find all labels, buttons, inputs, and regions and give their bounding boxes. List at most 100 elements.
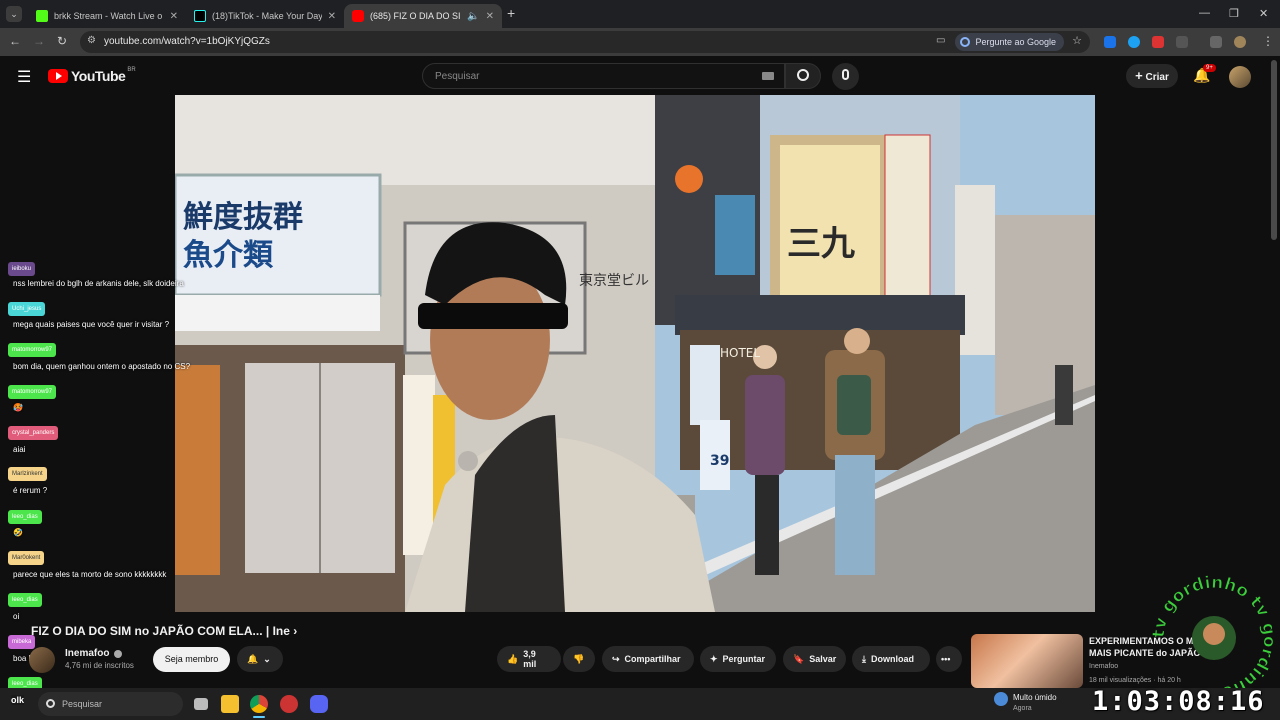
- bookmark-star-icon[interactable]: ☆: [1072, 34, 1082, 47]
- new-tab-button[interactable]: +: [507, 5, 515, 21]
- task-view-icon[interactable]: [194, 698, 208, 710]
- share-label: Compartilhar: [624, 654, 681, 664]
- youtube-favicon-icon: [352, 10, 364, 22]
- like-count: 3,9 mil: [523, 649, 537, 669]
- voice-search-button[interactable]: [832, 63, 859, 90]
- browser-menu-icon[interactable]: ⋮: [1262, 34, 1274, 48]
- chat-message: aiai: [13, 445, 26, 454]
- windows-taskbar: olk Pesquisar Multo úmido Agora: [0, 688, 1280, 720]
- sign-text-39: 39: [710, 453, 729, 469]
- search-icon: [46, 699, 55, 708]
- chat-username: matomorrow97: [8, 385, 57, 399]
- video-frame: 鮮度抜群 魚介類 東京堂ビル 三九 HOTEL 39: [175, 95, 1095, 612]
- notification-badge: 9+: [1203, 64, 1216, 72]
- youtube-play-icon: [48, 69, 68, 83]
- channel-name[interactable]: Inemafoo: [65, 648, 109, 659]
- app-icon[interactable]: [280, 695, 298, 713]
- sign-text-left-bottom: 魚介類: [183, 238, 274, 273]
- maximize-button[interactable]: ❐: [1229, 7, 1239, 20]
- more-icon: •••: [941, 654, 951, 664]
- chat-message: nss lembrei do bglh de arkanis dele, slk…: [13, 279, 184, 288]
- chat-username: leeo_dias: [8, 510, 42, 524]
- video-title[interactable]: FIZ O DIA DO SIM no JAPÃO COM ELA... | I…: [31, 624, 297, 638]
- tab-search-icon[interactable]: ⌄: [6, 6, 22, 22]
- video-player[interactable]: 鮮度抜群 魚介類 東京堂ビル 三九 HOTEL 39: [175, 95, 1095, 612]
- extension-2-icon[interactable]: [1128, 36, 1140, 48]
- minimize-button[interactable]: —: [1199, 7, 1210, 19]
- close-window-button[interactable]: ✕: [1259, 7, 1268, 20]
- back-icon[interactable]: ←: [9, 34, 21, 48]
- youtube-logo-text: YouTube: [71, 68, 126, 84]
- forward-icon[interactable]: →: [33, 34, 45, 48]
- ask-google-button[interactable]: Pergunte ao Google: [955, 33, 1064, 51]
- tab-label: (685) FIZ O DIA DO SIM no: [370, 11, 461, 21]
- site-info-icon[interactable]: ⚙: [87, 35, 96, 46]
- ask-button[interactable]: ✦ Perguntar: [700, 646, 776, 672]
- cast-icon[interactable]: ▭: [936, 35, 945, 46]
- extension-1-icon[interactable]: [1104, 36, 1116, 48]
- ask-google-label: Pergunte ao Google: [975, 37, 1056, 47]
- share-button[interactable]: ↪ Compartilhar: [602, 646, 694, 672]
- tab-mute-icon[interactable]: 🔈: [467, 11, 479, 22]
- tab-youtube[interactable]: (685) FIZ O DIA DO SIM no 🔈 ✕: [344, 4, 502, 28]
- recommended-thumbnail[interactable]: [971, 634, 1083, 688]
- address-bar[interactable]: ⚙ youtube.com/watch?v=1bOjKYjQGZs ▭ Perg…: [80, 31, 1090, 53]
- join-button[interactable]: Seja membro: [153, 647, 230, 672]
- tab-kick-stream[interactable]: brkk Stream - Watch Live o ✕: [28, 4, 186, 28]
- tab-close-icon[interactable]: ✕: [486, 11, 494, 22]
- weather-icon[interactable]: [994, 692, 1008, 706]
- sign-text-main: 三九: [787, 224, 855, 264]
- chat-username: leeo_dias: [8, 593, 42, 607]
- channel-avatar[interactable]: [29, 647, 55, 673]
- file-explorer-icon[interactable]: [221, 695, 239, 713]
- discord-icon[interactable]: [310, 695, 328, 713]
- region-code: BR: [127, 67, 136, 73]
- stream-timer: 1:03:08:16: [1092, 686, 1265, 717]
- reload-icon[interactable]: ↻: [57, 34, 67, 48]
- dislike-button[interactable]: 👎: [563, 646, 595, 672]
- create-button[interactable]: + Criar: [1126, 64, 1178, 88]
- tab-label: brkk Stream - Watch Live o: [54, 11, 163, 21]
- tab-label: (18)TikTok - Make Your Day: [212, 11, 322, 21]
- subscriber-count: 4,76 mi de inscritos: [65, 661, 134, 670]
- profile-avatar-icon[interactable]: [1234, 36, 1246, 48]
- browser-tab-strip: ⌄ brkk Stream - Watch Live o ✕ (18)TikTo…: [0, 0, 1280, 28]
- more-actions-button[interactable]: •••: [936, 646, 962, 672]
- youtube-header: ☰ YouTube BR Pesquisar + Criar 🔔 9+: [0, 56, 1280, 96]
- search-input[interactable]: Pesquisar: [422, 63, 785, 89]
- extension-3-icon[interactable]: [1152, 36, 1164, 48]
- subscription-bell-button[interactable]: 🔔 ⌄: [237, 646, 283, 672]
- save-button[interactable]: 🔖 Salvar: [783, 646, 846, 672]
- account-avatar[interactable]: [1229, 66, 1251, 88]
- taskbar-search-label: Pesquisar: [62, 699, 103, 709]
- sign-text-center: 東京堂ビル: [579, 273, 649, 289]
- chat-username: Mar0okent: [8, 551, 45, 565]
- chat-message: oi: [13, 612, 20, 621]
- chat-message: 🤣: [13, 528, 23, 537]
- taskbar-search[interactable]: Pesquisar: [38, 692, 183, 716]
- tab-tiktok[interactable]: (18)TikTok - Make Your Day ✕: [186, 4, 344, 28]
- tiktok-favicon-icon: [194, 10, 206, 22]
- bell-icon: 🔔: [247, 653, 259, 664]
- reading-list-icon[interactable]: [1210, 36, 1222, 48]
- chrome-icon[interactable]: [250, 695, 268, 713]
- active-app-indicator: [253, 716, 265, 718]
- chat-username: ieiboku: [8, 262, 36, 276]
- download-button[interactable]: ⤓ Download: [852, 646, 930, 672]
- thumbs-up-icon: 👍: [507, 653, 519, 664]
- youtube-logo[interactable]: YouTube BR: [48, 67, 136, 84]
- search-button[interactable]: [785, 63, 821, 89]
- plus-icon: +: [1135, 68, 1143, 83]
- recommended-channel: Inemafoo: [1089, 663, 1119, 670]
- keyboard-icon[interactable]: [762, 72, 774, 80]
- tab-close-icon[interactable]: ✕: [170, 11, 178, 22]
- hamburger-menu-icon[interactable]: ☰: [17, 67, 31, 87]
- verified-icon: [114, 650, 122, 658]
- url-text[interactable]: youtube.com/watch?v=1bOjKYjQGZs: [104, 36, 270, 47]
- chat-username: matomorrow97: [8, 343, 57, 357]
- extensions-puzzle-icon[interactable]: [1176, 36, 1188, 48]
- tab-close-icon[interactable]: ✕: [328, 11, 336, 22]
- page-scrollbar[interactable]: [1271, 60, 1277, 240]
- start-button[interactable]: olk: [11, 695, 25, 705]
- like-button[interactable]: 👍 3,9 mil: [497, 646, 561, 672]
